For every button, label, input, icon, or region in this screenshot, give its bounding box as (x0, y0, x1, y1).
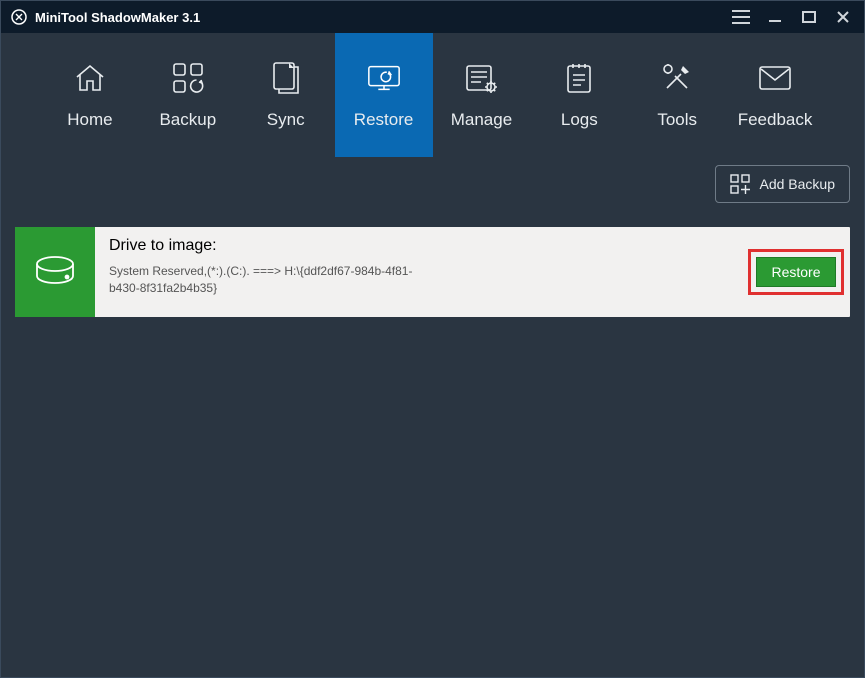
nav-tools[interactable]: Tools (628, 33, 726, 157)
nav-label: Restore (354, 110, 414, 130)
maximize-button[interactable] (792, 1, 826, 33)
toolbar: Add Backup (1, 157, 864, 211)
sync-icon (268, 60, 304, 96)
card-title: Drive to image: (109, 237, 736, 255)
close-button[interactable] (826, 1, 860, 33)
minimize-button[interactable] (758, 1, 792, 33)
card-actions: Restore (750, 227, 850, 317)
nav-home[interactable]: Home (41, 33, 139, 157)
home-icon (72, 60, 108, 96)
nav-sync[interactable]: Sync (237, 33, 335, 157)
card-icon-panel (15, 227, 95, 317)
manage-icon (463, 60, 499, 96)
grid-plus-icon (730, 174, 750, 194)
restore-icon (366, 60, 402, 96)
add-backup-button[interactable]: Add Backup (715, 165, 851, 203)
restore-button[interactable]: Restore (756, 257, 835, 287)
nav-backup[interactable]: Backup (139, 33, 237, 157)
nav-manage[interactable]: Manage (433, 33, 531, 157)
menu-icon[interactable] (724, 1, 758, 33)
nav-feedback[interactable]: Feedback (726, 33, 824, 157)
titlebar: MiniTool ShadowMaker 3.1 (1, 1, 864, 33)
app-title: MiniTool ShadowMaker 3.1 (35, 10, 200, 25)
nav-label: Backup (159, 110, 216, 130)
add-backup-label: Add Backup (760, 176, 836, 192)
app-window: MiniTool ShadowMaker 3.1 Home Backup (0, 0, 865, 678)
nav-label: Logs (561, 110, 598, 130)
drive-icon (32, 252, 78, 292)
restore-highlight: Restore (748, 249, 843, 295)
app-logo-icon (11, 9, 27, 25)
nav-label: Feedback (738, 110, 813, 130)
nav-label: Tools (657, 110, 697, 130)
feedback-icon (757, 60, 793, 96)
main-nav: Home Backup Sync Restore Manage (1, 33, 864, 157)
tools-icon (659, 60, 695, 96)
logs-icon (561, 60, 597, 96)
nav-restore[interactable]: Restore (335, 33, 433, 157)
content-area: Drive to image: System Reserved,(*:).(C:… (1, 211, 864, 677)
nav-label: Sync (267, 110, 305, 130)
card-detail: System Reserved,(*:).(C:). ===> H:\{ddf2… (109, 263, 439, 297)
nav-label: Manage (451, 110, 512, 130)
nav-label: Home (67, 110, 112, 130)
nav-logs[interactable]: Logs (530, 33, 628, 157)
card-body: Drive to image: System Reserved,(*:).(C:… (95, 227, 750, 317)
backup-icon (170, 60, 206, 96)
backup-card: Drive to image: System Reserved,(*:).(C:… (15, 227, 850, 317)
